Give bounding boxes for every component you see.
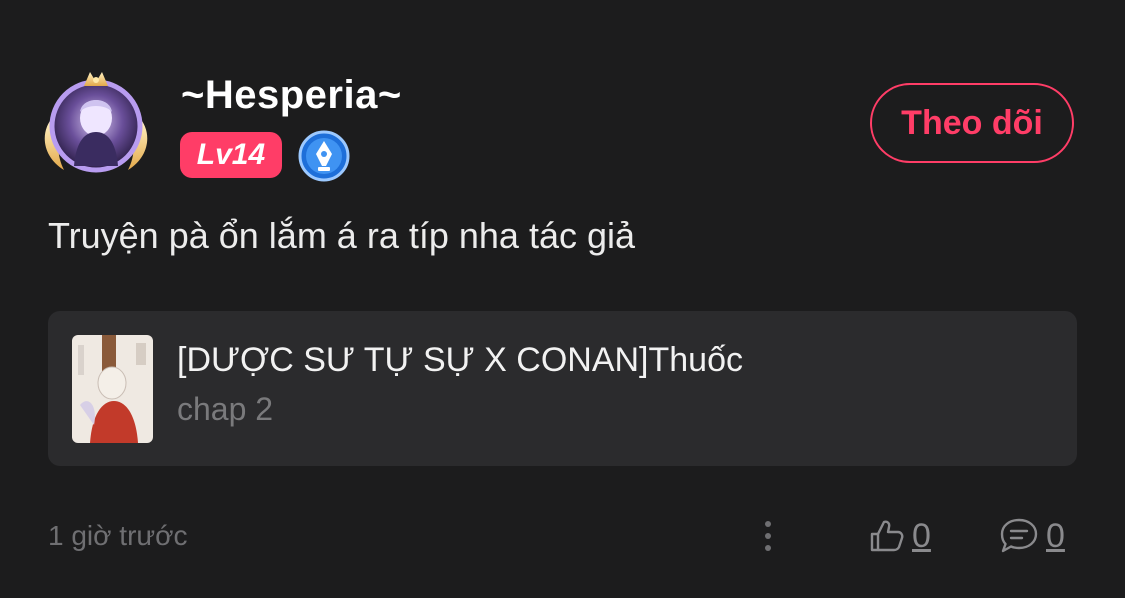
story-cover-thumbnail (72, 335, 153, 443)
story-card[interactable]: [DƯỢC SƯ TỰ SỰ X CONAN]Thuốc chap 2 (48, 311, 1077, 466)
level-badge: Lv14 (180, 132, 282, 178)
dot-icon (765, 545, 771, 551)
like-count: 0 (912, 517, 931, 555)
like-button[interactable]: 0 (866, 512, 931, 560)
reply-count: 0 (1046, 517, 1065, 555)
dot-icon (765, 533, 771, 539)
avatar-frame-icon (44, 72, 148, 173)
comment-text: Truyện pà ổn lắm á ra típ nha tác giả (48, 215, 636, 256)
username[interactable]: ~Hesperia~ (181, 70, 402, 120)
reply-button[interactable]: 0 (998, 512, 1065, 560)
comment-bubble-icon (1000, 518, 1038, 553)
dot-icon (765, 521, 771, 527)
story-title: [DƯỢC SƯ TỰ SỰ X CONAN]Thuốc (177, 341, 743, 379)
thumbs-up-icon (870, 520, 904, 552)
follow-button[interactable]: Theo dõi (870, 83, 1074, 163)
timestamp: 1 giờ trước (48, 520, 188, 551)
pen-nib-badge-icon (298, 130, 350, 182)
user-avatar[interactable] (40, 66, 152, 178)
more-options-button[interactable] (752, 514, 784, 558)
story-chapter: chap 2 (177, 391, 274, 427)
